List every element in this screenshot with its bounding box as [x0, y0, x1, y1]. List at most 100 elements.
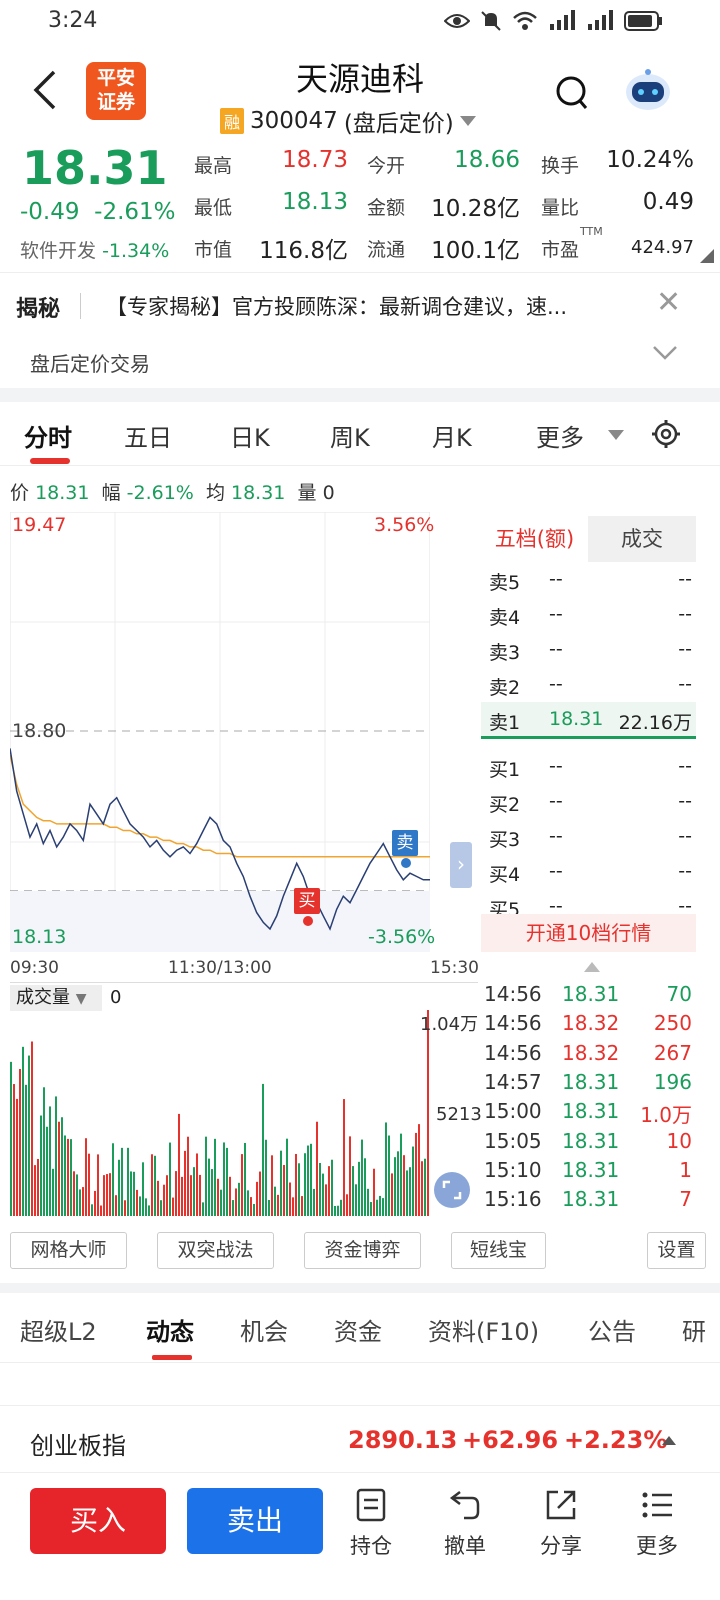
tab-five-levels[interactable]: 五档(额): [481, 516, 588, 562]
status-bar: 3:24: [0, 0, 720, 44]
info-vol: 0: [322, 482, 335, 504]
quote-panel: 18.31 -0.49 -2.61% 软件开发 -1.34% 最高 18.73 …: [0, 139, 720, 271]
chevron-right-icon[interactable]: ›: [450, 842, 472, 888]
tab-capital[interactable]: 资金: [334, 1312, 382, 1347]
volume-bar: [130, 1171, 132, 1216]
level-price: --: [549, 568, 563, 590]
volume-bar: [205, 1136, 207, 1216]
volume-bar: [316, 1121, 318, 1216]
tab-opportunity[interactable]: 机会: [240, 1312, 288, 1347]
tool-grid-master[interactable]: 网格大师: [10, 1232, 127, 1269]
more-button[interactable]: 更多: [622, 1488, 692, 1560]
trade-price: 18.32: [562, 1011, 620, 1036]
ask-level-row[interactable]: 卖1 18.31 22.16万: [481, 702, 696, 736]
level-label: 卖4: [489, 607, 521, 629]
volume-bar: [238, 1182, 240, 1216]
tab-weekly-k[interactable]: 周K: [330, 418, 370, 453]
tab-super-l2[interactable]: 超级L2: [20, 1312, 97, 1347]
volume-bar: [109, 1173, 111, 1216]
position-button[interactable]: 持仓: [336, 1488, 406, 1560]
tab-five-day[interactable]: 五日: [124, 418, 172, 453]
sector-name: 软件开发: [20, 240, 97, 262]
volume-bars: [10, 1010, 429, 1216]
bid-level-row[interactable]: 买1 -- --: [481, 749, 696, 783]
volume-bar: [232, 1200, 234, 1216]
volume-bar: [52, 1168, 54, 1216]
volume-bar: [271, 1155, 273, 1216]
tab-intraday[interactable]: 分时: [24, 418, 72, 453]
position-icon: [356, 1488, 386, 1522]
sell-marker[interactable]: 卖: [392, 830, 418, 856]
tab-more[interactable]: 更多: [536, 418, 584, 453]
ask-level-row[interactable]: 卖5 -- --: [481, 562, 696, 596]
ai-assistant-icon[interactable]: [622, 66, 674, 114]
tab-trades[interactable]: 成交: [588, 516, 696, 562]
tool-settings[interactable]: 设置: [647, 1232, 706, 1269]
bid-level-row[interactable]: 买3 -- --: [481, 819, 696, 853]
info-price-label: 价: [10, 482, 30, 504]
last-price: 18.31: [22, 141, 168, 195]
tab-daily-k[interactable]: 日K: [230, 418, 270, 453]
volume-indicator-select[interactable]: 成交量 ▼: [10, 985, 102, 1011]
volume-bar: [49, 1106, 51, 1216]
buy-button[interactable]: 买入: [30, 1488, 166, 1554]
settings-gear-icon[interactable]: [650, 418, 682, 450]
buy-marker[interactable]: 买: [294, 888, 320, 914]
volume-bar: [250, 1197, 252, 1216]
order-book-tabs: 五档(额) 成交: [481, 516, 696, 562]
trade-row: 14:56 18.32 267: [484, 1041, 696, 1070]
volume-bar: [409, 1167, 411, 1216]
ask-level-row[interactable]: 卖3 -- --: [481, 632, 696, 666]
tool-short-term[interactable]: 短线宝: [451, 1232, 546, 1269]
trade-volume: 7: [679, 1187, 692, 1212]
volume-chart[interactable]: [10, 1010, 430, 1216]
close-icon[interactable]: ✕: [656, 285, 681, 320]
trade-row: 14:57 18.31 196: [484, 1070, 696, 1099]
cancel-order-button[interactable]: 撤单: [430, 1488, 500, 1560]
volume-bar: [175, 1171, 177, 1216]
level-label: 买4: [489, 864, 521, 886]
bid-level-row[interactable]: 买2 -- --: [481, 784, 696, 818]
news-banner[interactable]: 揭秘 【专家揭秘】官方投顾陈深：最新调仓建议，速... ✕ 盘后定价交易: [0, 272, 720, 388]
volume-bar: [148, 1205, 150, 1216]
tool-double-breakout[interactable]: 双突战法: [157, 1232, 274, 1269]
sector-info[interactable]: 软件开发 -1.34%: [20, 236, 169, 263]
fullscreen-icon[interactable]: [434, 1172, 470, 1208]
bid-level-row[interactable]: 买4 -- --: [481, 854, 696, 888]
stock-code-selector[interactable]: 融 300047 (盘后定价): [220, 104, 476, 138]
volume-bar: [406, 1170, 408, 1216]
tab-announcements[interactable]: 公告: [588, 1312, 636, 1347]
volume-bar: [367, 1188, 369, 1216]
scroll-up-icon[interactable]: [584, 962, 600, 972]
volume-bar: [331, 1159, 333, 1216]
tab-dynamics[interactable]: 动态: [146, 1312, 194, 1347]
tab-monthly-k[interactable]: 月K: [432, 418, 472, 453]
search-icon[interactable]: [554, 74, 590, 114]
stock-code: 300047: [250, 108, 338, 134]
volume-bar: [352, 1166, 354, 1216]
tab-research[interactable]: 研: [682, 1312, 706, 1347]
volume-bar: [280, 1150, 282, 1216]
intraday-chart[interactable]: 19.47 3.56% 18.80 18.13 -3.56% 买 卖: [10, 512, 480, 952]
volume-bar: [211, 1169, 213, 1216]
info-price: 18.31: [35, 482, 90, 504]
reveal-text[interactable]: 【专家揭秘】官方投顾陈深：最新调仓建议，速...: [106, 291, 656, 321]
tool-capital-game[interactable]: 资金博弈: [304, 1232, 421, 1269]
volume-bar: [112, 1143, 114, 1216]
volume-bar: [274, 1186, 276, 1216]
trade-time: 14:56: [484, 982, 542, 1006]
chevron-down-icon[interactable]: [652, 345, 678, 361]
low-value: 18.13: [282, 189, 348, 215]
index-up-caret-icon[interactable]: [662, 1436, 676, 1445]
info-avg: 18.31: [231, 482, 286, 504]
level-price: --: [549, 673, 563, 695]
tab-f10[interactable]: 资料(F10): [428, 1312, 539, 1347]
ask-level-row[interactable]: 卖2 -- --: [481, 667, 696, 701]
open-ten-levels-button[interactable]: 开通10档行情: [481, 914, 696, 952]
ask-level-row[interactable]: 卖4 -- --: [481, 597, 696, 631]
index-ticker[interactable]: 创业板指 2890.13 +62.96 +2.23%: [0, 1405, 720, 1473]
sell-button[interactable]: 卖出: [187, 1488, 323, 1554]
share-button[interactable]: 分享: [526, 1488, 596, 1560]
volume-bar: [415, 1132, 417, 1216]
corner-expand-icon[interactable]: [700, 249, 714, 263]
